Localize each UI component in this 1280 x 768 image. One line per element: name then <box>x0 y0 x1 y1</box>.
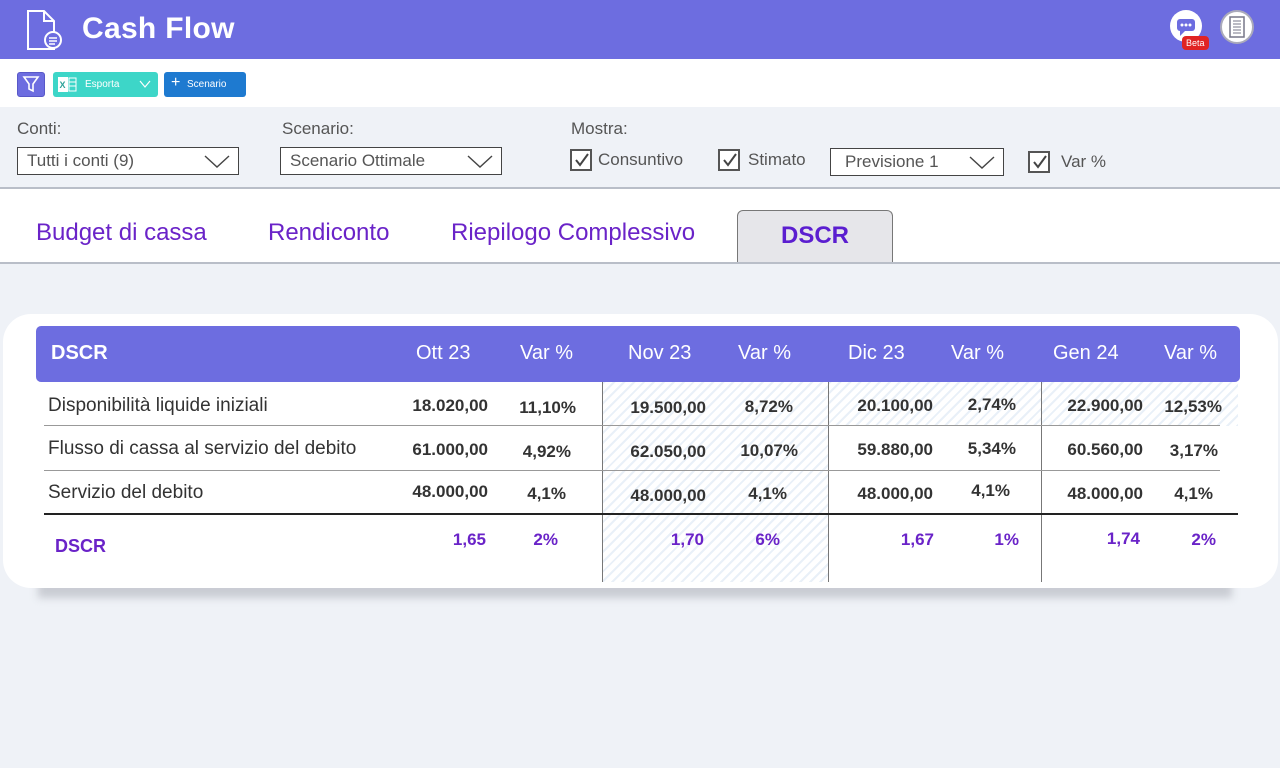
dscr-total-label: DSCR <box>55 536 107 556</box>
add-scenario-button[interactable]: + Scenario <box>164 72 246 97</box>
tab-dscr[interactable]: DSCR <box>737 210 893 264</box>
table-cell: 4,1% <box>527 484 566 503</box>
plus-icon: + <box>171 74 181 91</box>
chevron-down-icon <box>969 156 995 169</box>
dscr-value: 1,70 <box>670 530 704 549</box>
checkmark-icon <box>723 153 737 167</box>
scenario-label: Scenario: <box>282 119 354 138</box>
app-title: Cash Flow <box>82 12 235 45</box>
dscr-var: 1% <box>994 530 1019 549</box>
table-cell: 22.900,00 <box>1067 396 1143 415</box>
export-button[interactable]: X Esporta <box>53 72 158 97</box>
scenario-select[interactable]: Scenario Ottimale <box>280 147 502 175</box>
column-header: Gen 24 <box>1053 342 1119 364</box>
table-cell: 48.000,00 <box>412 482 488 501</box>
table-cell: 48.000,00 <box>630 486 706 505</box>
column-header: Nov 23 <box>628 342 692 364</box>
table-cell: 48.000,00 <box>1067 484 1143 503</box>
table-cell: 61.000,00 <box>412 440 488 459</box>
company-building-icon[interactable] <box>1220 10 1254 44</box>
filter-icon <box>22 76 40 93</box>
tab-bar: Budget di cassa Rendiconto Riepilogo Com… <box>0 189 1280 264</box>
table-cell: 12,53% <box>1164 397 1222 416</box>
conti-label: Conti: <box>17 119 62 138</box>
table-header-title: DSCR <box>51 342 108 364</box>
total-divider <box>44 513 1238 515</box>
table-cell: 4,1% <box>1174 484 1213 503</box>
table-cell: 18.020,00 <box>412 396 488 415</box>
table-cell: 2,74% <box>967 395 1016 414</box>
column-header: Var % <box>951 342 1004 364</box>
dscr-var: 6% <box>755 530 780 549</box>
stimato-checkbox[interactable] <box>718 149 740 171</box>
var-label: Var % <box>1061 152 1107 171</box>
table-cell: 4,92% <box>522 442 571 461</box>
var-checkbox[interactable] <box>1028 151 1050 173</box>
chevron-down-icon <box>467 155 493 168</box>
table-cell: 60.560,00 <box>1067 440 1143 459</box>
filter-button[interactable] <box>17 72 45 97</box>
chevron-down-icon <box>139 80 151 88</box>
mostra-label: Mostra: <box>571 119 628 138</box>
app-header: Cash Flow Beta <box>0 0 1280 59</box>
table-cell: 8,72% <box>744 397 793 416</box>
chevron-down-icon <box>204 155 230 168</box>
conti-select[interactable]: Tutti i conti (9) <box>17 147 239 175</box>
column-header: Dic 23 <box>848 342 905 364</box>
dscr-var: 2% <box>1191 530 1216 549</box>
previsione-select-value: Previsione 1 <box>845 152 939 171</box>
excel-icon: X <box>58 77 77 92</box>
toolbar: X Esporta + Scenario <box>0 59 1280 107</box>
stimato-label: Stimato <box>748 150 806 169</box>
table-cell: 4,1% <box>971 481 1010 500</box>
svg-text:X: X <box>60 80 66 90</box>
checkmark-icon <box>1033 155 1047 169</box>
column-header: Var % <box>738 342 791 364</box>
previsione-select[interactable]: Previsione 1 <box>830 148 1004 176</box>
table-cell: 3,17% <box>1169 441 1218 460</box>
dscr-var: 2% <box>533 530 558 549</box>
consuntivo-checkbox[interactable] <box>570 149 592 171</box>
table-cell: 4,1% <box>748 484 787 503</box>
tab-riepilogo-complessivo[interactable]: Riepilogo Complessivo <box>451 219 695 247</box>
scenario-button-label: Scenario <box>187 79 227 90</box>
tab-divider <box>0 262 1280 264</box>
row-divider <box>44 470 1220 471</box>
export-label: Esporta <box>85 79 120 90</box>
table-cell: 10,07% <box>740 441 798 460</box>
tab-budget-di-cassa[interactable]: Budget di cassa <box>36 219 207 247</box>
table-cell: 48.000,00 <box>857 484 933 503</box>
row-label-disponibilita: Disponibilità liquide iniziali <box>48 395 268 416</box>
beta-badge: Beta <box>1182 36 1209 50</box>
dscr-value: 1,74 <box>1106 529 1140 548</box>
row-label-servizio: Servizio del debito <box>48 482 204 503</box>
table-header: DSCR Ott 23 Var % Nov 23 Var % Dic 23 Va… <box>36 326 1240 382</box>
table-cell: 11,10% <box>519 398 576 417</box>
checkmark-icon <box>575 153 589 167</box>
table-cell: 20.100,00 <box>857 396 933 415</box>
row-label-flusso: Flusso di cassa al servizio del debito <box>48 438 357 459</box>
table-cell: 59.880,00 <box>857 440 933 459</box>
consuntivo-label: Consuntivo <box>598 150 684 169</box>
table-cell: 62.050,00 <box>630 442 706 461</box>
row-divider <box>44 425 1220 426</box>
conti-select-value: Tutti i conti (9) <box>27 151 135 170</box>
filter-bar: Conti: Tutti i conti (9) Scenario: Scena… <box>0 107 1280 189</box>
dscr-value: 1,67 <box>900 530 934 549</box>
column-header: Var % <box>1164 342 1217 364</box>
column-header: Ott 23 <box>416 342 471 364</box>
tab-rendiconto[interactable]: Rendiconto <box>268 219 389 247</box>
column-header: Var % <box>520 342 573 364</box>
table-cell: 19.500,00 <box>630 398 706 417</box>
table-cell: 5,34% <box>967 439 1016 458</box>
scenario-select-value: Scenario Ottimale <box>290 151 426 170</box>
dscr-value: 1,65 <box>452 530 486 549</box>
document-icon <box>27 10 62 50</box>
